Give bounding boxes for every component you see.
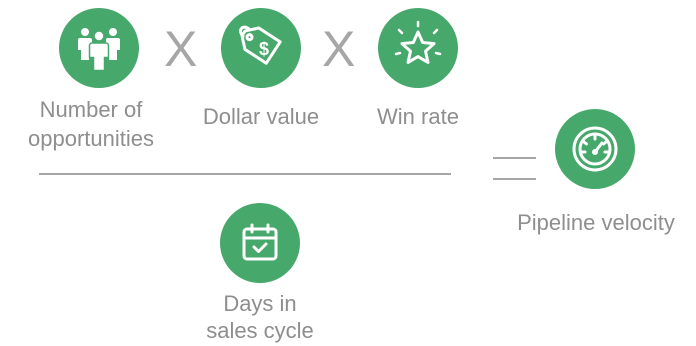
star-icon: [394, 20, 442, 64]
win-rate-label: Win rate: [377, 104, 459, 129]
dollar-value-label: Dollar value: [202, 104, 320, 129]
people-icon: [78, 28, 120, 72]
speedometer-icon: [572, 126, 618, 172]
opportunities-label-line2: opportunities: [28, 126, 154, 151]
days-label-line1: Days in: [223, 291, 297, 316]
fraction-line: [39, 173, 451, 175]
pipeline-velocity-label: Pipeline velocity: [517, 210, 675, 235]
opportunities-icon-circle: [59, 8, 139, 88]
dollar-icon-circle: $: [221, 8, 301, 88]
equals-sign-bottom: [493, 178, 536, 180]
equals-sign-top: [493, 157, 536, 159]
svg-text:$: $: [259, 39, 269, 59]
price-tag-icon: $: [239, 25, 282, 65]
calendar-icon: [242, 223, 278, 261]
pipeline-velocity-icon-circle: [555, 109, 635, 189]
days-icon-circle: [220, 203, 300, 283]
opportunities-label-line1: Number of: [39, 97, 143, 122]
winrate-icon-circle: [378, 8, 458, 88]
multiply-operator-1: X: [164, 21, 198, 77]
multiply-operator-2: X: [322, 21, 356, 77]
days-label-line2: sales cycle: [206, 318, 314, 343]
